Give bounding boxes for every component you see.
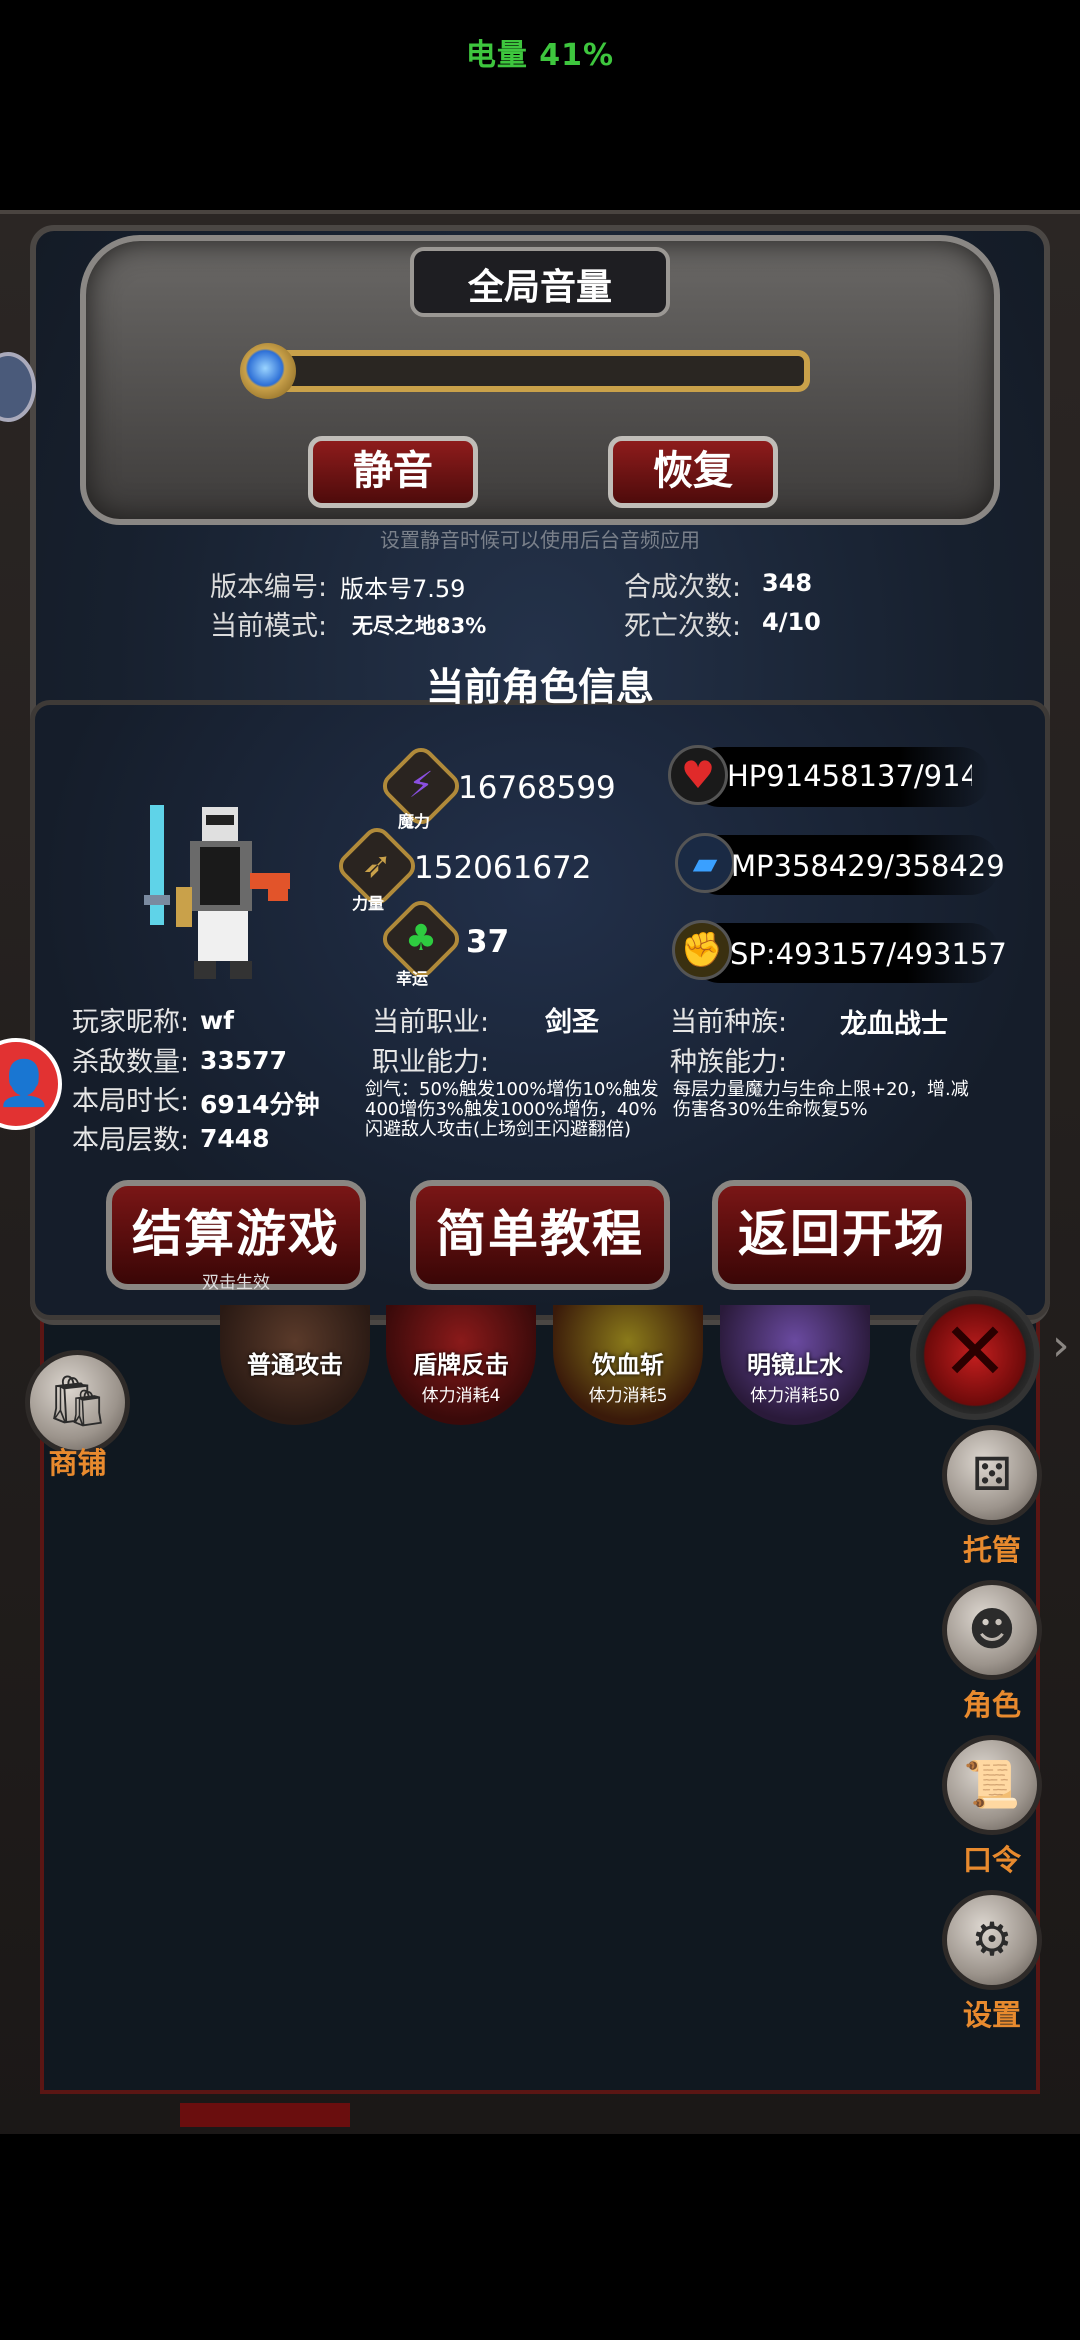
version-label: 版本编号:	[210, 572, 328, 603]
race-skill-desc: 每层力量魔力与生命上限+20，增.减伤害各30%生命恢复5%	[673, 1079, 969, 1120]
race-value: 龙血战士	[840, 1009, 948, 1040]
character-sprite	[144, 805, 290, 979]
skill-cost: 体力消耗50	[750, 1386, 840, 1406]
heart-icon: ♥	[668, 745, 728, 805]
floors-label: 本局层数:	[72, 1125, 190, 1156]
settle-game-sub: 双击生效	[202, 1273, 270, 1293]
scroll-icon: 📜	[942, 1735, 1042, 1835]
user-icon: 👤	[0, 1058, 52, 1109]
race-skill-label: 种族能力:	[670, 1047, 788, 1078]
volume-title: 全局音量	[467, 267, 612, 308]
shop-label: 商铺	[48, 1446, 107, 1480]
close-icon: ✕	[941, 1305, 1009, 1398]
bow-icon: ➶	[361, 845, 393, 886]
magic-value: 16768599	[458, 770, 616, 806]
strength-icon: ✊	[672, 920, 732, 980]
avatar-float-button[interactable]: 👤	[0, 1038, 62, 1130]
hooded-figure-icon: ☻	[942, 1580, 1042, 1680]
strength-label: 力量	[352, 894, 385, 913]
death-count-value: 4/10	[762, 608, 821, 636]
settings-label: 设置	[962, 1998, 1021, 2032]
settings-button[interactable]: ⚙ 设置	[937, 1890, 1047, 2034]
death-count-label: 死亡次数:	[624, 611, 742, 642]
synth-count-label: 合成次数:	[624, 572, 742, 603]
job-label: 当前职业:	[372, 1007, 490, 1038]
dice-icon: ⚄	[942, 1425, 1042, 1525]
nickname-value: wf	[200, 1006, 234, 1035]
synth-count-value: 348	[762, 569, 813, 597]
skill-name: 普通攻击	[247, 1351, 343, 1379]
time-value: 6914分钟	[200, 1090, 320, 1119]
gear-icon: ⚙	[942, 1890, 1042, 1990]
tutorial-button[interactable]: 简单教程	[410, 1180, 670, 1290]
bottom-progress-bar	[180, 2103, 350, 2127]
luck-value: 37	[466, 924, 510, 960]
kills-value: 33577	[200, 1046, 287, 1075]
volume-hint: 设置静音时候可以使用后台音频应用	[380, 528, 700, 552]
job-skill-label: 职业能力:	[372, 1047, 490, 1078]
kills-label: 杀敌数量:	[72, 1047, 190, 1078]
chevron-right-icon[interactable]: ›	[1052, 1320, 1070, 1371]
version-value: 版本号7.59	[340, 575, 466, 603]
volume-slider-knob[interactable]	[240, 343, 296, 399]
role-label: 角色	[962, 1688, 1021, 1722]
clover-icon: ♣	[404, 918, 438, 959]
mute-button[interactable]: 静音	[308, 436, 478, 508]
job-skill-desc: 剑气：50%触发100%增伤10%触发400增伤3%触发1000%增伤，40%闪…	[365, 1079, 659, 1140]
mode-label: 当前模式:	[210, 611, 328, 642]
close-button[interactable]: ✕	[910, 1290, 1040, 1420]
skill-name: 饮血斩	[592, 1351, 664, 1379]
nickname-label: 玩家昵称:	[72, 1007, 190, 1038]
time-label: 本局时长:	[72, 1086, 190, 1117]
skill-cost: 体力消耗4	[421, 1386, 501, 1406]
volume-slider[interactable]	[265, 350, 810, 392]
sp-value: SP:493157/493157	[730, 937, 1007, 971]
race-label: 当前种族:	[670, 1007, 788, 1038]
battery-status: 电量 41%	[465, 38, 615, 73]
mode-value: 无尽之地83%	[352, 614, 487, 638]
hp-value: HP91458137/9145	[727, 759, 972, 793]
character-section-title: 当前角色信息	[425, 665, 654, 709]
mp-value: MP358429/358429	[731, 849, 1005, 883]
code-button[interactable]: 📜 口令	[937, 1735, 1047, 1879]
skill-cost: 体力消耗5	[588, 1386, 668, 1406]
shop-icon: 🛍	[45, 1372, 110, 1430]
restore-button[interactable]: 恢复	[608, 436, 778, 508]
skill-name: 盾牌反击	[413, 1351, 509, 1379]
code-label: 口令	[962, 1843, 1021, 1877]
floors-value: 7448	[200, 1124, 270, 1153]
role-button[interactable]: ☻ 角色	[937, 1580, 1047, 1724]
magic-label: 魔力	[398, 812, 431, 831]
mana-icon: ▰	[675, 833, 735, 893]
job-value: 剑圣	[545, 1007, 599, 1038]
return-start-button[interactable]: 返回开场	[712, 1180, 972, 1290]
skill-name: 明镜止水	[747, 1351, 843, 1379]
strength-value: 152061672	[414, 850, 592, 886]
auto-button[interactable]: ⚄ 托管	[937, 1425, 1047, 1569]
luck-label: 幸运	[396, 969, 429, 988]
auto-label: 托管	[962, 1533, 1021, 1567]
